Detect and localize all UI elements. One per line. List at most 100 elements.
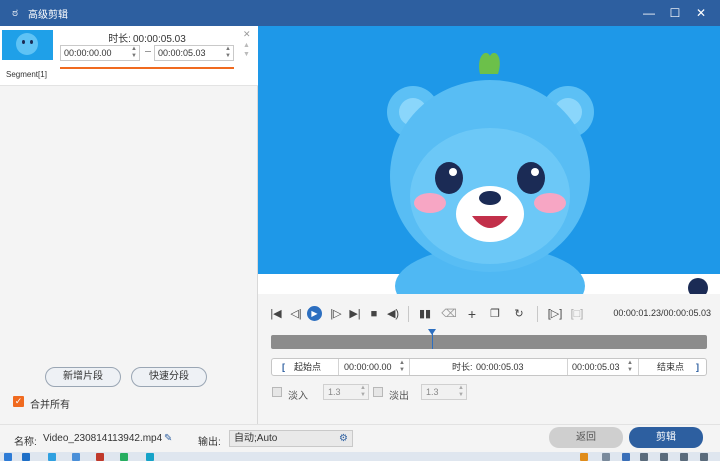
trim-end-value[interactable]: 00:00:05.03 bbox=[572, 359, 620, 375]
output-select[interactable]: 自动;Auto ⚙ bbox=[229, 430, 353, 447]
footer-bar: 名称: Video_230814113942.mp4 ✎ 输出: 自动;Auto… bbox=[0, 424, 720, 452]
timecode: 00:00:01.23/00:00:05.03 bbox=[613, 308, 711, 318]
fade-out-checkbox[interactable] bbox=[373, 387, 383, 397]
quick-split-button[interactable]: 快速分段 bbox=[131, 367, 207, 387]
segment-thumbnail[interactable] bbox=[2, 30, 53, 60]
taskbar bbox=[0, 452, 720, 461]
fade-out-field[interactable]: 1.3 ▲ ▼ bbox=[421, 384, 467, 400]
thumbnail-eye bbox=[22, 40, 25, 44]
taskbar-app-icon[interactable] bbox=[72, 453, 80, 461]
title-bar: ಠ 高级剪辑 — ☐ ✕ bbox=[0, 0, 720, 26]
tray-icon[interactable] bbox=[622, 453, 630, 461]
tray-icon[interactable] bbox=[602, 453, 610, 461]
timeline-track[interactable] bbox=[271, 329, 707, 349]
spinner-icon[interactable]: ▲ ▼ bbox=[225, 46, 231, 60]
end-bracket-icon: ] bbox=[696, 362, 699, 372]
edit-name-icon[interactable]: ✎ bbox=[164, 433, 172, 444]
segment-end-value: 00:00:05.03 bbox=[158, 48, 206, 58]
prev-frame-icon[interactable]: ◁| bbox=[288, 307, 304, 321]
playhead-line bbox=[432, 330, 433, 349]
window-title: 高级剪辑 bbox=[28, 9, 68, 21]
tray-icon[interactable] bbox=[660, 453, 668, 461]
add-segment-button[interactable]: 新增片段 bbox=[45, 367, 121, 387]
close-icon[interactable]: ✕ bbox=[243, 29, 251, 40]
start-bracket-icon: [ bbox=[282, 362, 285, 372]
reorder-arrows-icon[interactable]: ▲ ▼ bbox=[243, 41, 250, 59]
fade-in-label: 淡入 bbox=[288, 391, 308, 402]
tray-icon[interactable] bbox=[580, 453, 588, 461]
delete-icon[interactable]: ⌫ bbox=[441, 307, 457, 321]
maximize-button[interactable]: ☐ bbox=[662, 0, 688, 26]
fade-out-value: 1.3 bbox=[426, 387, 439, 397]
stop-icon[interactable]: ■ bbox=[366, 307, 382, 321]
trim-divider bbox=[338, 359, 339, 375]
fade-out-label: 淡出 bbox=[389, 391, 409, 402]
segment-duration: 时长: 00:00:05.03 bbox=[62, 30, 232, 45]
segment-start-value: 00:00:00.00 bbox=[64, 48, 112, 58]
video-preview[interactable] bbox=[258, 26, 720, 294]
fade-in-value: 1.3 bbox=[328, 387, 341, 397]
spinner-icon[interactable]: ▲ ▼ bbox=[458, 385, 464, 399]
video-frame bbox=[258, 26, 720, 294]
segment-panel: Segment[1] 时长: 00:00:05.03 00:00:00.00 ▲ ▼… bbox=[0, 26, 258, 424]
fade-in-checkbox[interactable] bbox=[272, 387, 282, 397]
taskbar-app-icon[interactable] bbox=[22, 453, 30, 461]
window-controls: — ☐ ✕ bbox=[636, 0, 714, 26]
copy-icon[interactable]: ❐ bbox=[487, 307, 503, 321]
segment-end-field[interactable]: 00:00:05.03 ▲ ▼ bbox=[154, 45, 234, 61]
toolbar-divider bbox=[408, 306, 409, 322]
taskbar-app-icon[interactable] bbox=[120, 453, 128, 461]
trim-divider bbox=[567, 359, 568, 375]
taskbar-app-icon[interactable] bbox=[96, 453, 104, 461]
tray-icon[interactable] bbox=[700, 453, 708, 461]
trim-duration-label: 时长: bbox=[452, 362, 473, 372]
start-icon[interactable] bbox=[4, 453, 12, 461]
go-end-icon[interactable]: ▶| bbox=[347, 307, 363, 321]
next-frame-icon[interactable]: |▷ bbox=[328, 307, 344, 321]
taskbar-app-icon[interactable] bbox=[48, 453, 56, 461]
play-button[interactable]: ▶ bbox=[307, 306, 322, 321]
reset-icon[interactable]: ↻ bbox=[511, 307, 527, 321]
spinner-icon[interactable]: ▲ ▼ bbox=[399, 360, 405, 374]
duration-value: 00:00:05.03 bbox=[132, 34, 186, 45]
rabbit-logo-icon: ಠ bbox=[12, 7, 18, 19]
trim-start-value[interactable]: 00:00:00.00 bbox=[344, 359, 392, 375]
back-button[interactable]: 返回 bbox=[549, 427, 623, 448]
cut-button[interactable]: 剪辑 bbox=[629, 427, 703, 448]
segment-range-bar bbox=[60, 67, 234, 69]
toolbar-divider bbox=[537, 306, 538, 322]
merge-all-checkbox[interactable]: ✓ bbox=[13, 396, 24, 407]
go-start-icon[interactable]: |◀ bbox=[268, 307, 284, 321]
output-label: 输出: bbox=[198, 437, 221, 448]
gear-icon[interactable]: ⚙ bbox=[339, 431, 348, 446]
trim-bar: [ 起始点 00:00:00.00 ▲ ▼ 时长: 00:00:05.03 00:… bbox=[271, 358, 707, 376]
tray-icon[interactable] bbox=[680, 453, 688, 461]
file-name: Video_230814113942.mp4 bbox=[43, 433, 163, 444]
taskbar-app-icon[interactable] bbox=[146, 453, 154, 461]
segment-item[interactable]: Segment[1] 时长: 00:00:05.03 00:00:00.00 ▲ ▼… bbox=[0, 26, 258, 86]
add-icon[interactable]: + bbox=[464, 307, 480, 321]
segment-label: Segment[1] bbox=[6, 70, 47, 79]
trim-divider bbox=[409, 359, 410, 375]
set-start-button[interactable]: 起始点 bbox=[294, 359, 321, 375]
thumbnail-eye bbox=[30, 40, 33, 44]
mark-in-icon[interactable]: [▷] bbox=[547, 307, 563, 321]
minimize-button[interactable]: — bbox=[636, 0, 662, 26]
thumbnail-mascot bbox=[16, 33, 38, 55]
spinner-icon[interactable]: ▲ ▼ bbox=[627, 360, 633, 374]
volume-icon[interactable]: ◀) bbox=[385, 307, 401, 321]
spinner-icon[interactable]: ▲ ▼ bbox=[131, 46, 137, 60]
trim-divider bbox=[638, 359, 639, 375]
range-dash bbox=[145, 51, 151, 52]
segment-start-field[interactable]: 00:00:00.00 ▲ ▼ bbox=[60, 45, 140, 61]
duration-label: 时长: bbox=[108, 34, 131, 45]
set-end-button[interactable]: 结束点 bbox=[657, 359, 684, 375]
split-icon[interactable]: ▮▮ bbox=[417, 307, 433, 321]
output-value: 自动;Auto bbox=[234, 433, 278, 444]
mark-out-icon[interactable]: [□] bbox=[569, 307, 585, 321]
merge-all-label: 合并所有 bbox=[30, 400, 70, 411]
tray-icon[interactable] bbox=[640, 453, 648, 461]
close-button[interactable]: ✕ bbox=[688, 0, 714, 26]
spinner-icon[interactable]: ▲ ▼ bbox=[360, 385, 366, 399]
fade-in-field[interactable]: 1.3 ▲ ▼ bbox=[323, 384, 369, 400]
